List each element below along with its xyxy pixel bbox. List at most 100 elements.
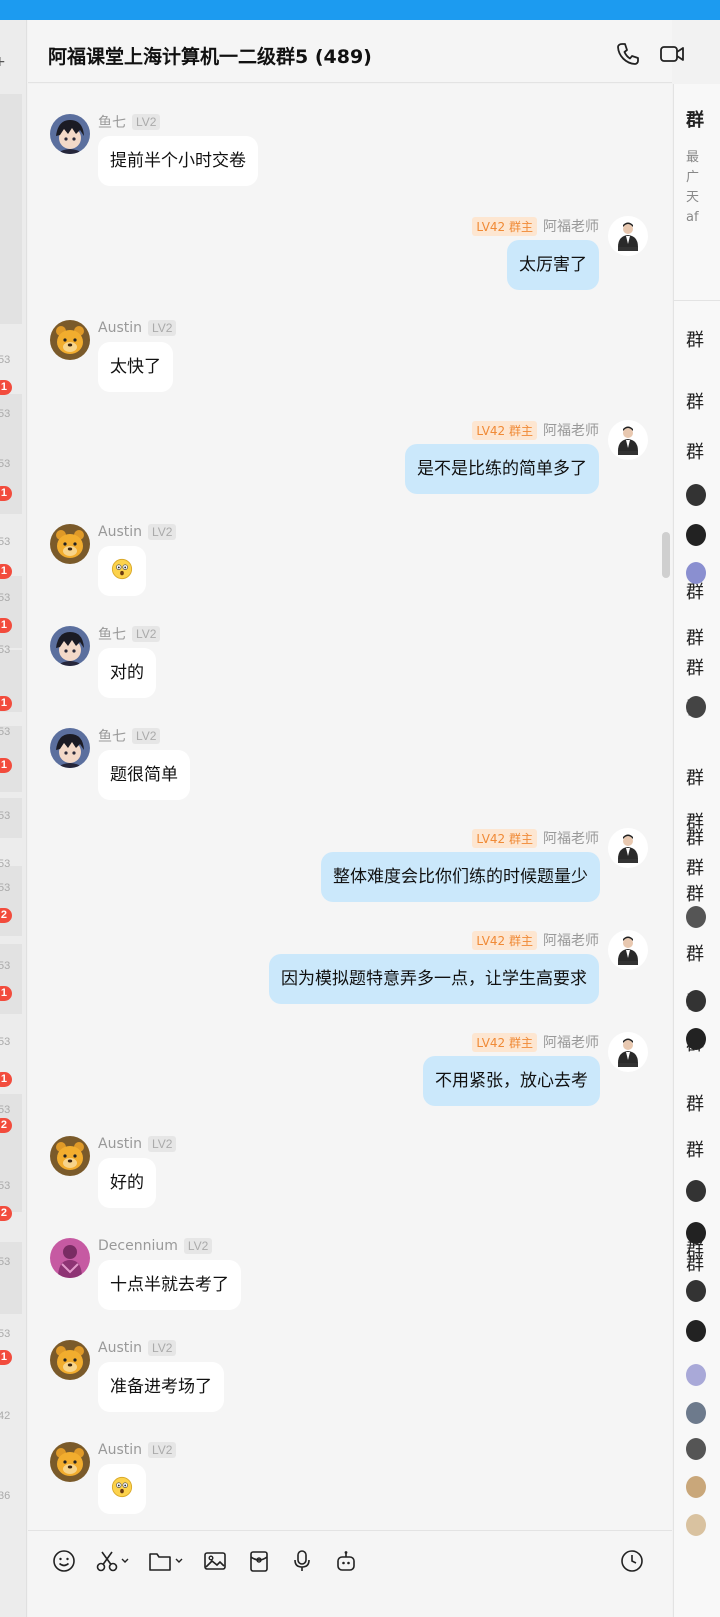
folder-icon[interactable]	[148, 1549, 186, 1573]
member-name-fragment[interactable]: 群	[686, 764, 704, 790]
sender-name[interactable]: 鱼七	[98, 624, 126, 644]
red-packet-icon[interactable]	[247, 1549, 271, 1573]
sender-name[interactable]: Austin	[98, 1442, 142, 1458]
session-list[interactable]: + 四息四…四…53535353535353535353535353535353…	[0, 20, 27, 1617]
microphone-icon[interactable]	[290, 1549, 314, 1573]
scissors-icon[interactable]	[96, 1549, 132, 1573]
member-name-fragment[interactable]: 群	[686, 1136, 704, 1162]
member-avatar[interactable]	[686, 524, 706, 546]
session-item[interactable]	[0, 94, 22, 324]
session-time-fragment: 36	[0, 1490, 11, 1502]
message-bubble[interactable]: 太厉害了	[507, 240, 599, 290]
sender-name[interactable]: 阿福老师	[543, 420, 599, 440]
member-name-fragment[interactable]: 群	[686, 624, 704, 650]
member-avatar[interactable]	[686, 1402, 706, 1424]
sender-name[interactable]: Decennium	[98, 1238, 178, 1254]
sender-name[interactable]: 阿福老师	[543, 828, 599, 848]
clock-icon[interactable]	[620, 1549, 644, 1573]
message-bubble[interactable]: 对的	[98, 648, 156, 698]
sender-name[interactable]: 阿福老师	[543, 930, 599, 950]
avatar[interactable]	[608, 930, 648, 970]
member-avatar[interactable]	[686, 1028, 706, 1050]
member-avatar[interactable]	[686, 1180, 706, 1202]
session-time-fragment: 53	[0, 1256, 11, 1268]
robot-icon[interactable]	[334, 1549, 358, 1573]
member-name-fragment[interactable]: 群	[686, 824, 704, 850]
owner-level-badge: LV42 群主	[472, 216, 537, 236]
divider	[674, 300, 720, 301]
message-list[interactable]: 鱼七 LV2 提前半个小时交卷 LV42 群主 阿福老师 太厉害了 Austin LV2 太快了…	[28, 84, 672, 1530]
member-avatar[interactable]	[686, 1222, 706, 1244]
avatar[interactable]	[608, 828, 648, 868]
member-avatar[interactable]	[686, 990, 706, 1012]
session-time-fragment: 53	[0, 592, 11, 604]
member-name-fragment[interactable]: 群	[686, 1090, 704, 1116]
member-avatar[interactable]	[686, 1438, 706, 1460]
member-avatar[interactable]	[686, 1514, 706, 1536]
member-avatar[interactable]	[686, 484, 706, 506]
avatar[interactable]	[608, 420, 648, 460]
avatar[interactable]	[50, 1136, 90, 1176]
avatar[interactable]	[50, 1442, 90, 1482]
sender-name[interactable]: Austin	[98, 320, 142, 336]
emoji-icon[interactable]	[52, 1549, 76, 1573]
avatar[interactable]	[50, 728, 90, 768]
member-avatar[interactable]	[686, 906, 706, 928]
session-item[interactable]	[0, 1242, 22, 1314]
session-time-fragment: 42	[0, 1410, 11, 1422]
avatar[interactable]	[608, 1032, 648, 1072]
avatar[interactable]	[608, 216, 648, 256]
owner-level-badge: LV42 群主	[472, 828, 537, 848]
unread-badge: 1	[0, 1350, 12, 1365]
message-bubble[interactable]: 因为模拟题特意弄多一点，让学生高要求	[269, 954, 599, 1004]
sender-name[interactable]: 鱼七	[98, 726, 126, 746]
member-avatar[interactable]	[686, 1280, 706, 1302]
session-item[interactable]	[0, 944, 22, 1014]
sender-name[interactable]: 鱼七	[98, 112, 126, 132]
member-name-fragment[interactable]: 群	[686, 1250, 704, 1276]
sender-name[interactable]: Austin	[98, 1340, 142, 1356]
member-avatar[interactable]	[686, 562, 706, 584]
member-avatar[interactable]	[686, 696, 706, 718]
avatar[interactable]	[50, 320, 90, 360]
add-icon[interactable]: +	[0, 54, 6, 70]
member-avatar[interactable]	[686, 1364, 706, 1386]
phone-icon[interactable]	[614, 40, 642, 68]
member-avatar[interactable]	[686, 1476, 706, 1498]
message-bubble[interactable]: 十点半就去考了	[98, 1260, 241, 1310]
message-bubble[interactable]: 整体难度会比你们练的时候题量少	[321, 852, 600, 902]
sender-name[interactable]: Austin	[98, 524, 142, 540]
message-bubble[interactable]: 太快了	[98, 342, 173, 392]
avatar[interactable]	[50, 114, 90, 154]
message-bubble[interactable]: 不用紧张，放心去考	[423, 1056, 600, 1106]
member-name-fragment[interactable]: 群	[686, 388, 704, 414]
member-name-fragment[interactable]: 群	[686, 854, 704, 880]
sender-name[interactable]: 阿福老师	[543, 216, 599, 236]
avatar[interactable]	[50, 1238, 90, 1278]
image-icon[interactable]	[203, 1549, 227, 1573]
sender-name[interactable]: Austin	[98, 1136, 142, 1152]
session-item[interactable]	[0, 576, 22, 648]
message-bubble[interactable]: 提前半个小时交卷	[98, 136, 258, 186]
owner-level-badge: LV42 群主	[472, 930, 537, 950]
message-bubble[interactable]	[98, 1464, 146, 1514]
avatar[interactable]	[50, 524, 90, 564]
group-info-panel: 群 最 广 天 af 群群群群群群群群群群群群群群群群群群群	[673, 84, 720, 1617]
member-name-fragment[interactable]: 群	[686, 940, 704, 966]
member-name-fragment[interactable]: 群	[686, 654, 704, 680]
message-bubble[interactable]	[98, 546, 146, 596]
session-item[interactable]	[0, 866, 22, 936]
avatar[interactable]	[50, 1340, 90, 1380]
member-avatar[interactable]	[686, 1320, 706, 1342]
message-bubble[interactable]: 好的	[98, 1158, 156, 1208]
member-name-fragment[interactable]: 群	[686, 880, 704, 906]
message-bubble[interactable]: 题很简单	[98, 750, 190, 800]
message-scrollbar[interactable]	[662, 532, 670, 578]
video-call-icon[interactable]	[658, 40, 686, 68]
member-name-fragment[interactable]: 群	[686, 438, 704, 464]
member-name-fragment[interactable]: 群	[686, 326, 704, 352]
sender-name[interactable]: 阿福老师	[543, 1032, 599, 1052]
message-bubble[interactable]: 是不是比练的简单多了	[405, 444, 599, 494]
message-bubble[interactable]: 准备进考场了	[98, 1362, 224, 1412]
avatar[interactable]	[50, 626, 90, 666]
